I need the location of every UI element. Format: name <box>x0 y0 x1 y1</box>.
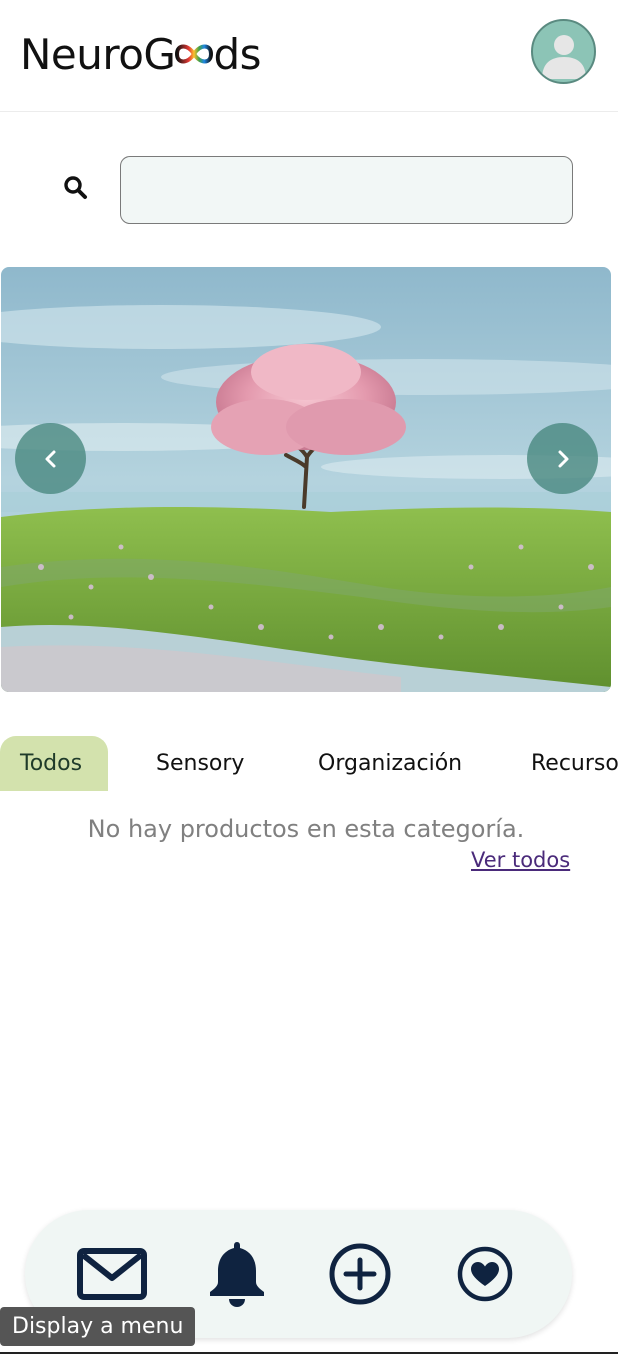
logo-text-suffix: ds <box>213 29 262 79</box>
category-tabs: Todos Sensory Organización Recursos <box>0 736 618 791</box>
menu-tooltip: Display a menu <box>0 1307 196 1346</box>
tab-todos[interactable]: Todos <box>0 736 108 791</box>
infinity-logo-icon <box>175 44 214 64</box>
chevron-left-icon <box>45 450 55 467</box>
user-silhouette-icon <box>542 35 586 79</box>
logo-text-prefix: NeuroG <box>20 29 176 79</box>
carousel-image-tree-meadow <box>1 267 611 692</box>
tab-recursos[interactable]: Recursos <box>531 736 618 791</box>
carousel-prev-button[interactable] <box>15 423 86 494</box>
search-input[interactable] <box>120 156 573 224</box>
tab-organizacion[interactable]: Organización <box>318 736 462 791</box>
tab-sensory[interactable]: Sensory <box>156 736 244 791</box>
chevron-right-icon <box>558 450 568 467</box>
see-all-link[interactable]: Ver todos <box>471 848 570 872</box>
bell-icon[interactable] <box>206 1238 268 1308</box>
hero-carousel <box>1 267 611 692</box>
carousel-next-button[interactable] <box>527 423 598 494</box>
user-avatar[interactable] <box>531 19 596 84</box>
heart-circle-icon[interactable] <box>457 1246 513 1302</box>
add-circle-icon[interactable] <box>328 1242 392 1306</box>
mail-icon[interactable] <box>77 1248 147 1300</box>
app-header: NeuroG ds <box>0 0 618 112</box>
empty-products-message: No hay productos en esta categoría. <box>87 815 525 843</box>
search-icon[interactable] <box>63 175 89 201</box>
brand-logo[interactable]: NeuroG ds <box>20 28 262 80</box>
